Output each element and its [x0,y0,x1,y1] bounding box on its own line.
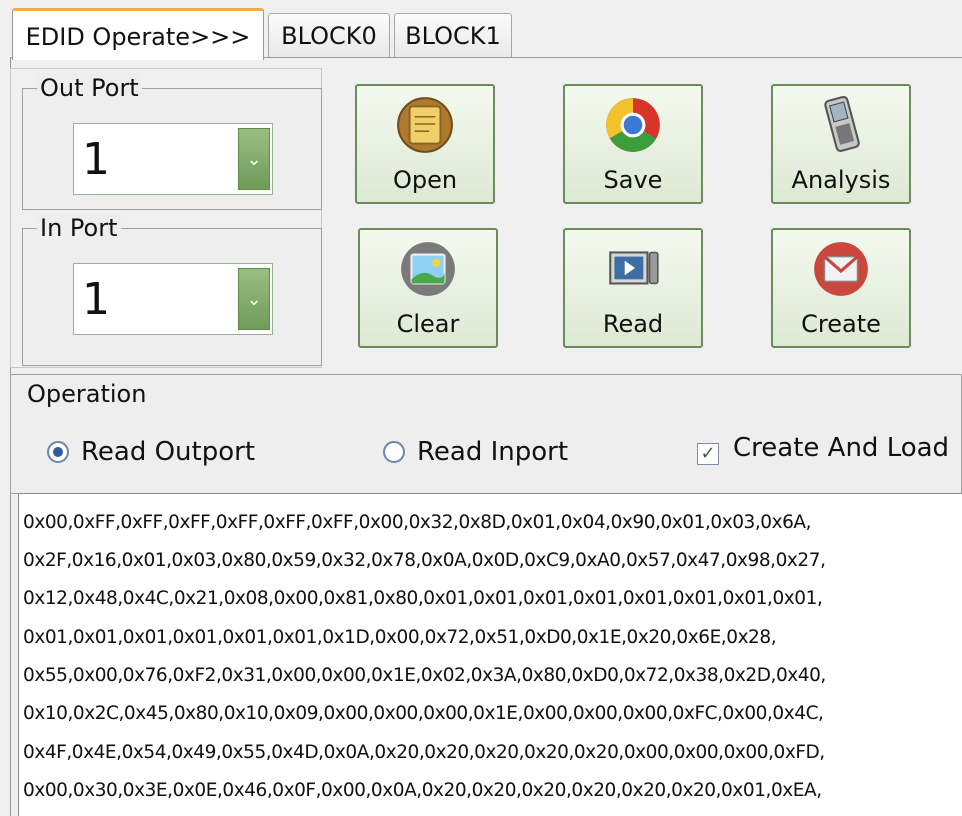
tab-edid-operate[interactable]: EDID Operate>>> [12,8,264,60]
operation-legend: Operation [27,380,147,408]
tab-block0[interactable]: BLOCK0 [268,13,390,57]
open-label: Open [392,166,458,194]
chevron-down-icon[interactable]: ⌄ [238,128,270,190]
radio-unselected-icon[interactable] [383,441,405,463]
save-button[interactable]: Save [563,84,703,204]
in-port-legend: In Port [37,213,121,243]
create-button[interactable]: Create [771,228,911,348]
mail-icon [814,242,868,296]
hex-line: 0x00,0x30,0x3E,0x0E,0x46,0x0F,0x00,0x0A,… [23,780,822,801]
chrome-icon [606,98,660,152]
out-port-select[interactable]: 1 ⌄ [73,123,273,195]
checkmark-icon[interactable]: ✓ [697,443,719,465]
hex-line: 0x10,0x2C,0x45,0x80,0x10,0x09,0x00,0x00,… [23,703,824,724]
hex-line: 0x12,0x48,0x4C,0x21,0x08,0x00,0x81,0x80,… [23,588,823,609]
in-port-select[interactable]: 1 ⌄ [73,263,273,335]
read-outport-radio[interactable]: Read Outport [47,435,255,469]
read-label: Read [602,310,664,338]
hex-line: 0x01,0x01,0x01,0x01,0x01,0x01,0x1D,0x00,… [23,627,777,648]
read-outport-label: Read Outport [81,437,256,467]
read-inport-radio[interactable]: Read Inport [383,435,568,469]
notebook-icon [397,97,453,153]
operation-group: Operation Read Outport Read Inport ✓ Crea… [10,374,962,494]
tab-block1[interactable]: BLOCK1 [394,13,512,57]
out-port-group: Out Port 1 ⌄ [22,73,322,210]
hex-line: 0x55,0x00,0x76,0xF2,0x31,0x00,0x00,0x1E,… [23,665,826,686]
hex-line: 0x4F,0x4E,0x54,0x49,0x55,0x4D,0x0A,0x20,… [23,742,825,763]
read-button[interactable]: Read [563,228,703,348]
hex-line: 0x2F,0x16,0x01,0x03,0x80,0x59,0x32,0x78,… [23,550,826,571]
create-and-load-checkbox[interactable]: ✓ Create And Load [697,431,949,465]
create-label: Create [801,310,881,338]
out-port-legend: Out Port [37,73,142,103]
media-player-icon [609,251,659,285]
open-button[interactable]: Open [355,84,495,204]
in-port-group: In Port 1 ⌄ [22,213,322,366]
read-inport-label: Read Inport [417,437,569,467]
save-label: Save [603,166,663,194]
create-and-load-label: Create And Load [733,433,950,463]
hex-line: 0x00,0xFF,0xFF,0xFF,0xFF,0xFF,0xFF,0x00,… [23,512,812,533]
tab-bar: EDID Operate>>> BLOCK0 BLOCK1 [0,0,962,60]
clear-button[interactable]: Clear [358,228,498,348]
chevron-down-icon[interactable]: ⌄ [238,268,270,330]
analysis-label: Analysis [791,166,891,194]
handheld-device-icon [824,95,860,152]
edid-hex-textarea[interactable]: 0x00,0xFF,0xFF,0xFF,0xFF,0xFF,0xFF,0x00,… [18,493,962,816]
out-port-value: 1 [82,134,110,185]
analysis-button[interactable]: Analysis [771,84,911,204]
clear-label: Clear [396,310,460,338]
radio-selected-icon[interactable] [47,441,69,463]
in-port-value: 1 [82,274,110,325]
landscape-picture-icon [401,242,455,296]
